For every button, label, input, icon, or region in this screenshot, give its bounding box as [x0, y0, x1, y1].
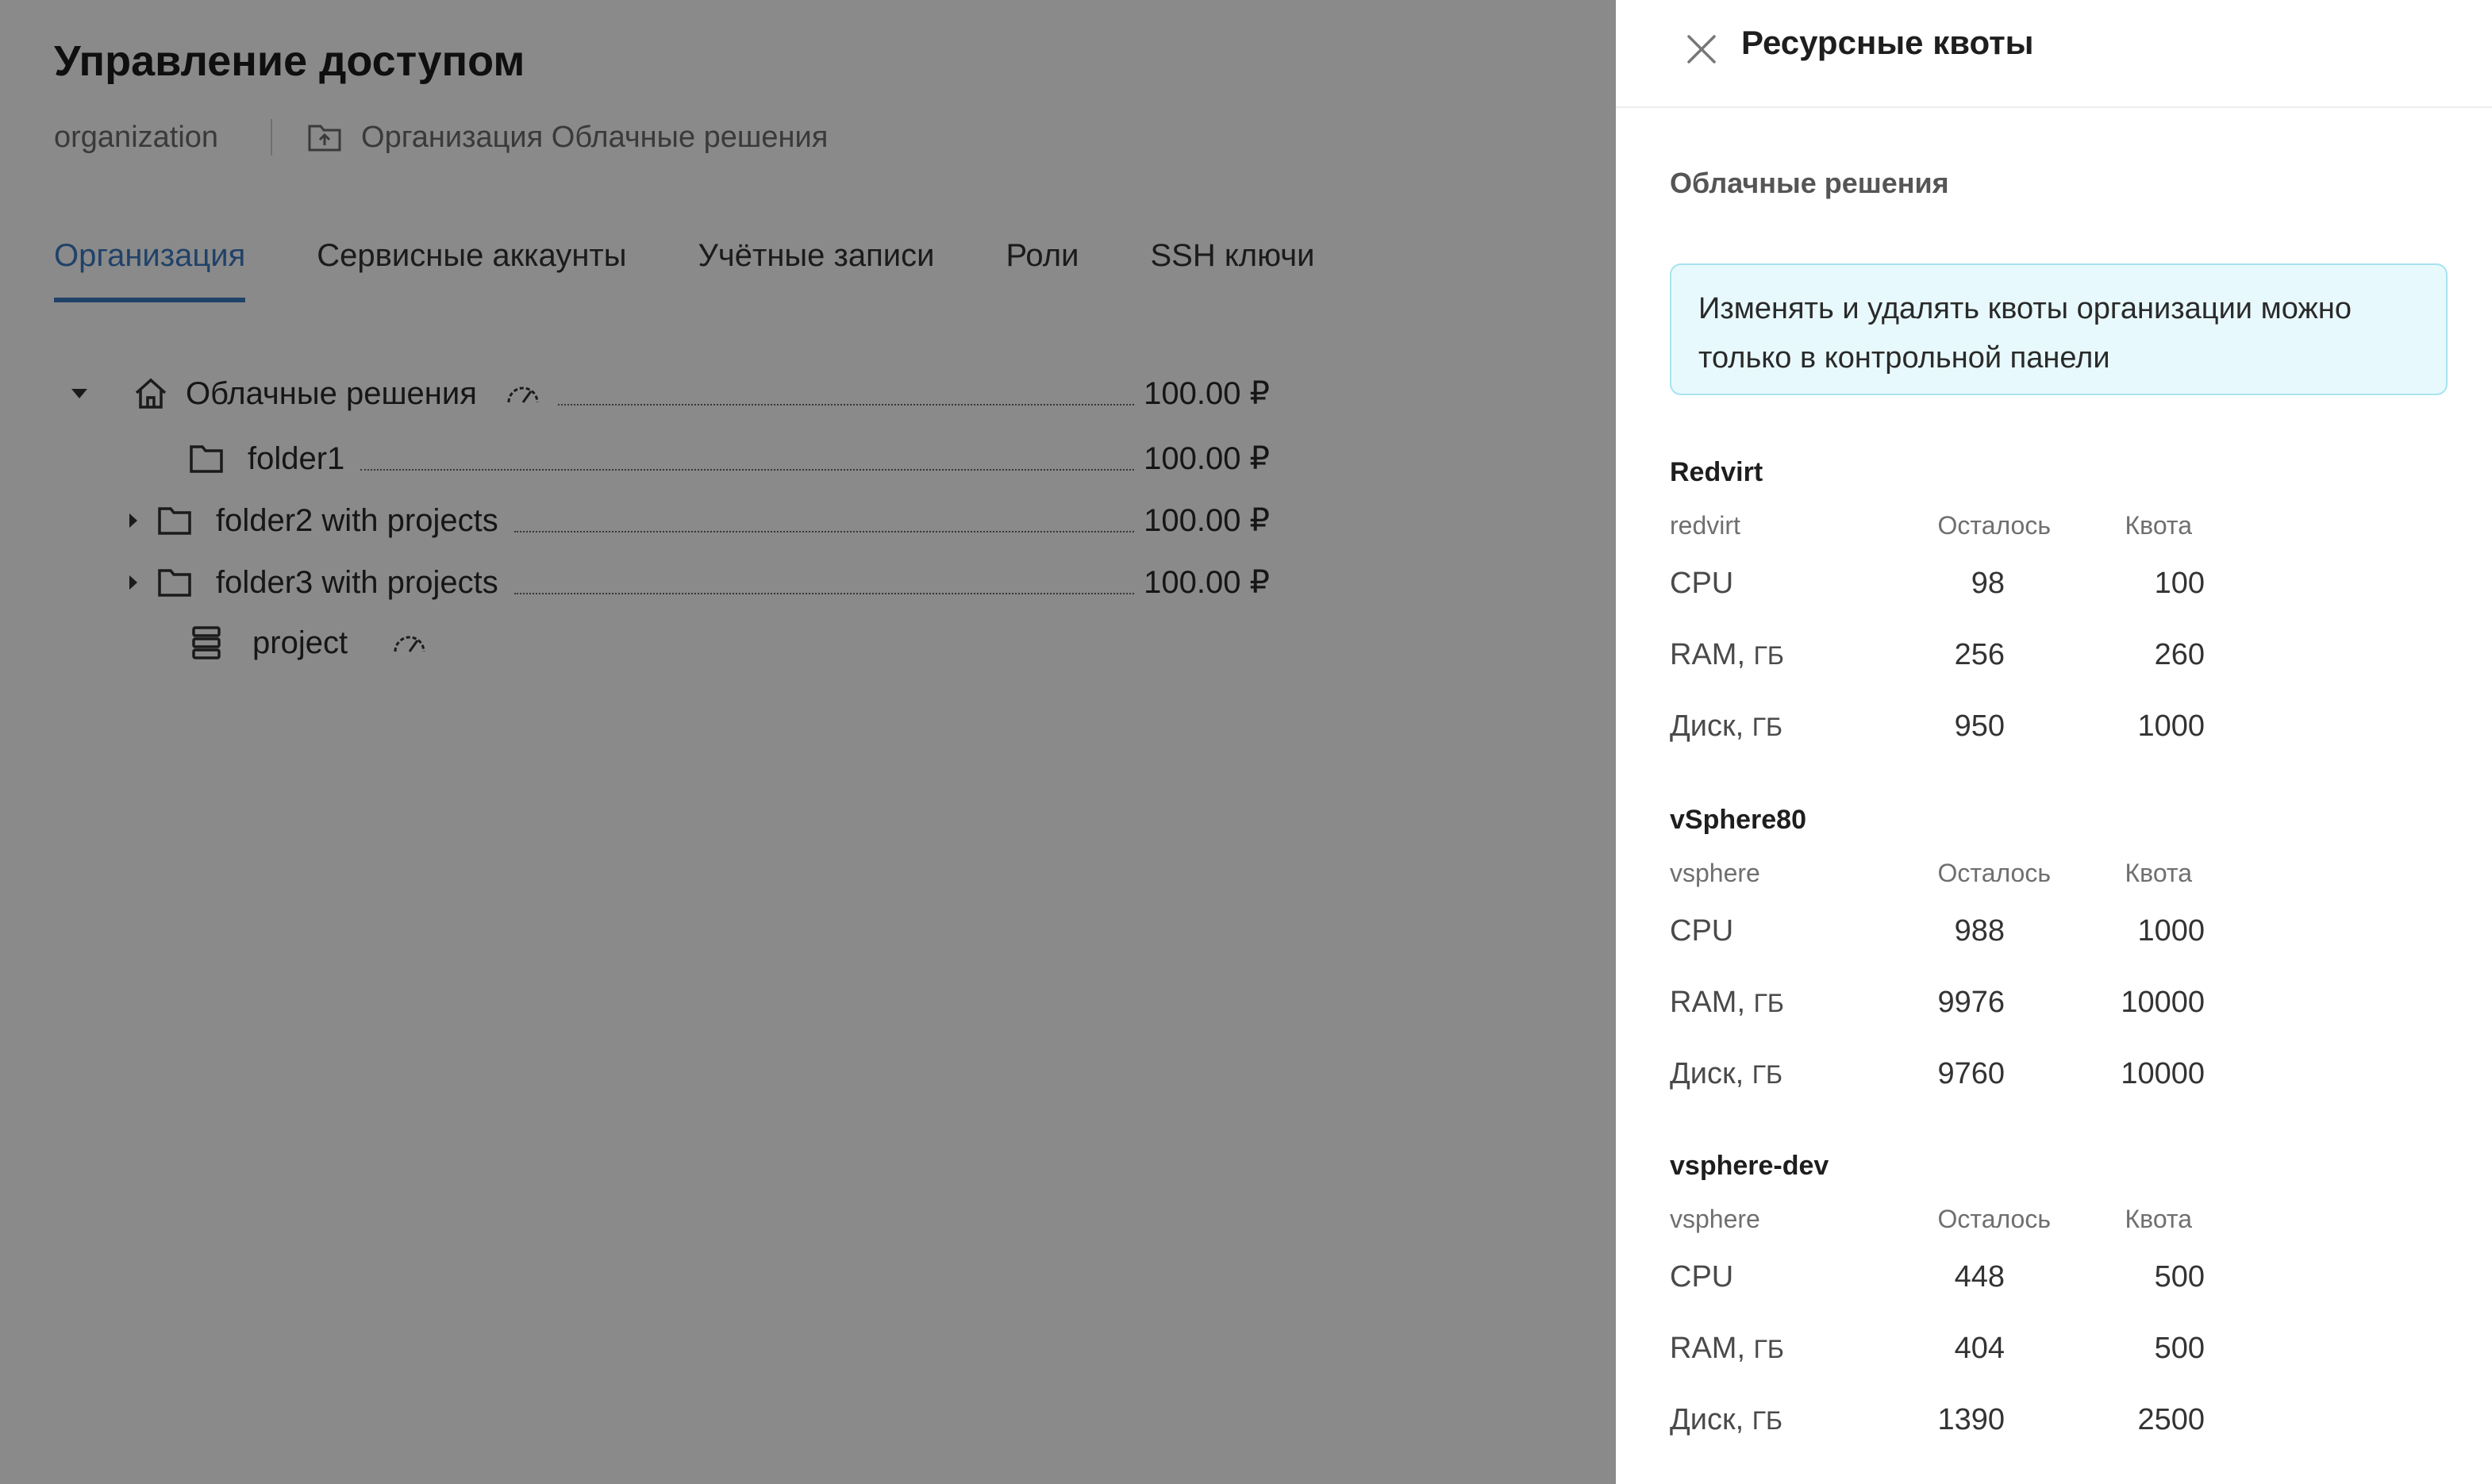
resource-label: Диск,: [1670, 1403, 1752, 1436]
info-notice: Изменять и удалять квоты организации мож…: [1670, 263, 2448, 395]
quota-row: RAM, ГБ 256 260: [1670, 635, 2384, 706]
quota-value: 260: [2154, 638, 2205, 671]
quota-group-redvirt: Redvirt redvirt Осталось Квота CPU 98 10…: [1670, 457, 2384, 778]
modal-overlay[interactable]: [0, 0, 1616, 1484]
col-left-header: Осталось: [1937, 511, 2051, 540]
section-title: Облачные решения: [1670, 167, 1949, 199]
drawer-header: Ресурсные квоты: [1616, 0, 2492, 108]
resource-name: Диск, ГБ: [1670, 1057, 1782, 1091]
remaining-value: 256: [1954, 638, 2005, 671]
resource-label: Диск,: [1670, 709, 1752, 743]
resource-name: RAM, ГБ: [1670, 638, 1784, 672]
resource-name: RAM, ГБ: [1670, 1332, 1784, 1366]
quota-row: Диск, ГБ 9760 10000: [1670, 1054, 2384, 1125]
resource-name: CPU: [1670, 914, 1733, 948]
quota-row: Диск, ГБ 1390 2500: [1670, 1400, 2384, 1471]
resource-name: Диск, ГБ: [1670, 709, 1782, 744]
resource-label: CPU: [1670, 914, 1734, 948]
quota-value: 1000: [2137, 709, 2205, 743]
remaining-value: 1390: [1937, 1403, 2005, 1436]
quota-table-header: redvirt Осталось Квота: [1670, 497, 2384, 563]
drawer-title: Ресурсные квоты: [1741, 24, 2034, 61]
quota-row: RAM, ГБ 404 500: [1670, 1328, 2384, 1400]
close-icon: [1687, 35, 1716, 63]
quota-type: vsphere: [1670, 859, 1760, 887]
remaining-value: 9760: [1937, 1057, 2005, 1090]
resource-unit: ГБ: [1752, 1060, 1783, 1089]
remaining-value: 988: [1954, 914, 2005, 948]
resource-unit: ГБ: [1752, 1406, 1783, 1435]
col-quota-header: Квота: [2125, 511, 2192, 540]
quota-group-vsphere80: vSphere80 vsphere Осталось Квота CPU 988…: [1670, 805, 2384, 1125]
quota-type: redvirt: [1670, 511, 1740, 540]
quota-table-header: vsphere Осталось Квота: [1670, 844, 2384, 911]
resource-unit: ГБ: [1752, 713, 1783, 741]
remaining-value: 404: [1954, 1332, 2005, 1365]
resource-unit: ГБ: [1753, 641, 1784, 670]
quota-group-vsphere-dev: vsphere-dev vsphere Осталось Квота CPU 4…: [1670, 1151, 2384, 1471]
remaining-value: 950: [1954, 709, 2005, 743]
quota-type: vsphere: [1670, 1205, 1760, 1233]
quota-row: CPU 98 100: [1670, 563, 2384, 635]
remaining-value: 9976: [1937, 986, 2005, 1019]
quota-value: 2500: [2137, 1403, 2205, 1436]
quota-group-name: vSphere80: [1670, 805, 1806, 835]
remaining-value: 98: [1971, 567, 2005, 600]
col-left-header: Осталось: [1937, 1205, 2051, 1233]
resource-name: RAM, ГБ: [1670, 986, 1784, 1020]
col-quota-header: Квота: [2125, 1205, 2192, 1233]
resource-label: CPU: [1670, 567, 1734, 600]
resource-name: CPU: [1670, 567, 1733, 601]
quota-value: 500: [2154, 1260, 2205, 1294]
resource-label: RAM,: [1670, 986, 1754, 1019]
quota-value: 500: [2154, 1332, 2205, 1365]
resource-unit: ГБ: [1753, 989, 1784, 1017]
quota-group-name: vsphere-dev: [1670, 1151, 1829, 1181]
close-button[interactable]: [1676, 24, 1727, 75]
resource-label: Диск,: [1670, 1057, 1752, 1090]
col-quota-header: Квота: [2125, 859, 2192, 887]
resource-name: Диск, ГБ: [1670, 1403, 1782, 1437]
quota-group-name: Redvirt: [1670, 457, 1763, 487]
resource-unit: ГБ: [1753, 1335, 1784, 1363]
quota-value: 10000: [2121, 1057, 2205, 1090]
quota-row: Диск, ГБ 950 1000: [1670, 706, 2384, 778]
quota-value: 1000: [2137, 914, 2205, 948]
resource-label: CPU: [1670, 1260, 1734, 1294]
resource-name: CPU: [1670, 1260, 1733, 1294]
resource-label: RAM,: [1670, 638, 1754, 671]
quota-drawer: Ресурсные квоты Облачные решения Изменят…: [1616, 0, 2492, 1484]
quota-row: CPU 988 1000: [1670, 911, 2384, 982]
quota-row: RAM, ГБ 9976 10000: [1670, 982, 2384, 1054]
quota-value: 10000: [2121, 986, 2205, 1019]
quota-value: 100: [2154, 567, 2205, 600]
col-left-header: Осталось: [1937, 859, 2051, 887]
remaining-value: 448: [1954, 1260, 2005, 1294]
quota-row: CPU 448 500: [1670, 1257, 2384, 1328]
resource-label: RAM,: [1670, 1332, 1754, 1365]
quota-table-header: vsphere Осталось Квота: [1670, 1190, 2384, 1257]
